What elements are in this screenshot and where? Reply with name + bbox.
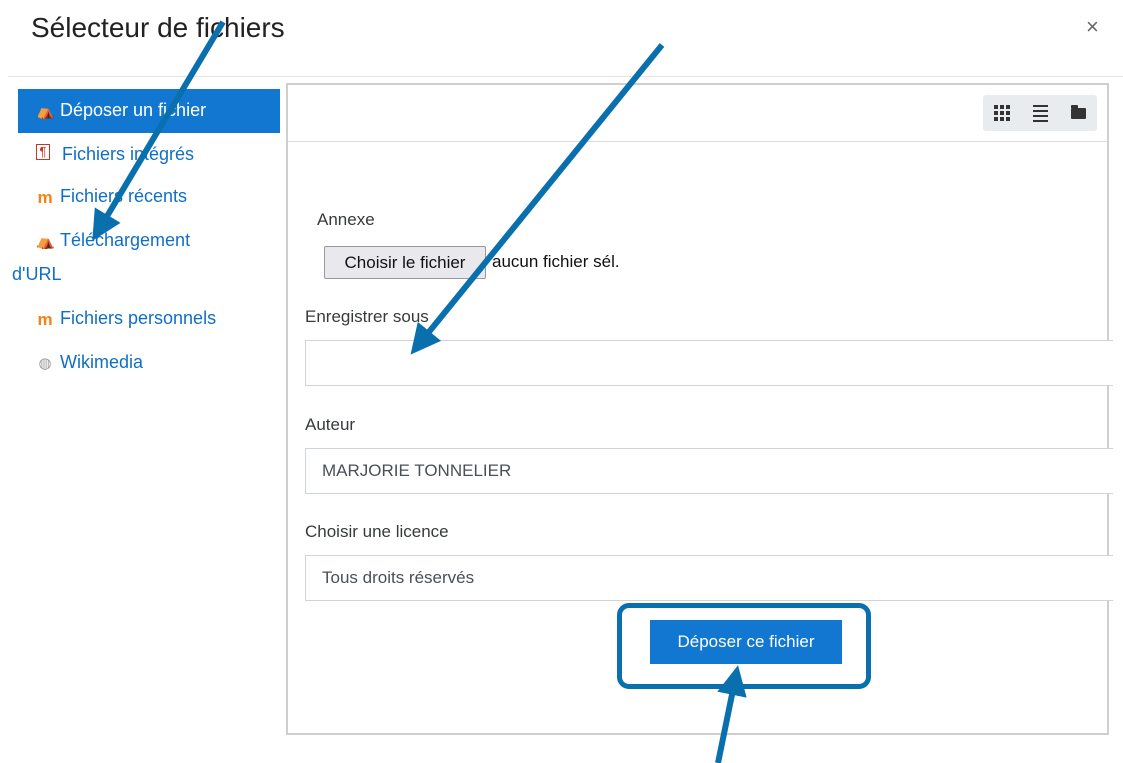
attachment-label: Annexe bbox=[317, 210, 375, 229]
sidebar-item-label-line2: d'URL bbox=[12, 264, 62, 284]
sidebar-item-label: Wikimedia bbox=[60, 352, 144, 372]
sidebar-item-label: Fichiers intégrés bbox=[62, 144, 195, 164]
sidebar-item-wikimedia[interactable]: ◍ Wikimedia bbox=[18, 341, 280, 385]
choose-file-button[interactable]: Choisir le fichier bbox=[324, 246, 486, 279]
close-icon[interactable]: × bbox=[1086, 14, 1099, 40]
save-as-input[interactable] bbox=[305, 340, 1113, 386]
sidebar-item-upload[interactable]: ⛺ Déposer un fichier bbox=[18, 89, 280, 133]
header-divider bbox=[8, 76, 1123, 77]
sidebar-item-embedded[interactable]: ¶ Fichiers intégrés bbox=[18, 133, 280, 175]
save-as-label: Enregistrer sous bbox=[305, 307, 429, 326]
license-label: Choisir une licence bbox=[305, 522, 449, 541]
repository-sidebar: ⛺ Déposer un fichier ¶ Fichiers intégrés… bbox=[12, 89, 280, 385]
author-input[interactable]: MARJORIE TONNELIER bbox=[305, 448, 1113, 494]
moodle-icon: m bbox=[37, 188, 53, 207]
wikipedia-icon: ◍ bbox=[38, 355, 52, 372]
view-switcher bbox=[983, 95, 1097, 131]
sidebar-item-label: Fichiers récents bbox=[60, 186, 188, 206]
license-select[interactable]: Tous droits réservés bbox=[305, 555, 1113, 601]
file-status: aucun fichier sél. bbox=[492, 252, 620, 271]
dialog-title: Sélecteur de fichiers bbox=[31, 12, 285, 43]
author-label: Auteur bbox=[305, 415, 356, 434]
sidebar-item-recent[interactable]: m Fichiers récents bbox=[18, 175, 280, 219]
list-view-icon[interactable] bbox=[1021, 95, 1059, 131]
sidebar-item-label: Téléchargement bbox=[60, 230, 191, 250]
grid-view-icon[interactable] bbox=[983, 95, 1021, 131]
url-download-icon: ⛺ bbox=[36, 233, 55, 250]
sidebar-item-private[interactable]: m Fichiers personnels bbox=[18, 297, 280, 341]
sidebar-item-label: Déposer un fichier bbox=[60, 100, 207, 120]
sidebar-item-label: Fichiers personnels bbox=[60, 308, 217, 328]
view-toolbar bbox=[288, 85, 1107, 142]
folder-view-icon[interactable] bbox=[1059, 95, 1097, 131]
sidebar-item-url[interactable]: ⛺ Téléchargement d'URL bbox=[12, 219, 280, 297]
moodle-icon: m bbox=[37, 310, 53, 329]
annotation-highlight-box bbox=[617, 603, 871, 689]
embedded-files-icon: ¶ bbox=[36, 144, 50, 160]
upload-icon: ⛺ bbox=[36, 103, 55, 120]
